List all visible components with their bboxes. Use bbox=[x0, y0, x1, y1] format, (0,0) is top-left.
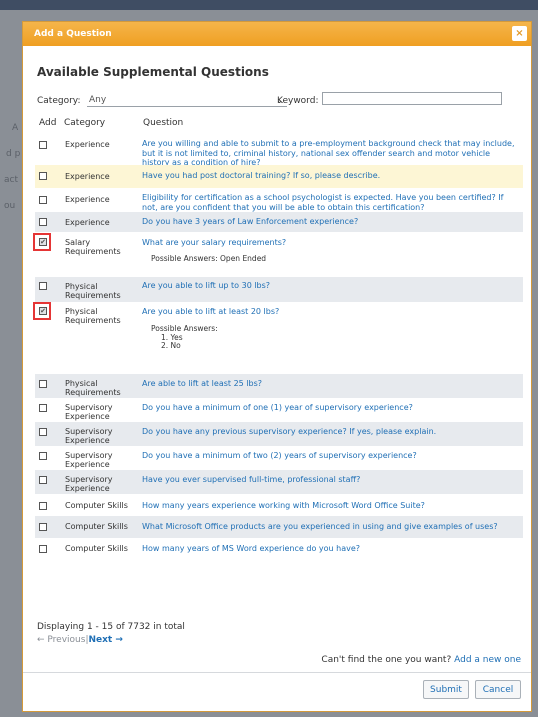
row-question-link[interactable]: Do you have a minimum of one (1) year of… bbox=[142, 403, 520, 413]
row-category: Physical Requirements bbox=[65, 379, 121, 397]
column-header-add: Add bbox=[39, 118, 57, 128]
row-category: Supervisory Experience bbox=[65, 403, 113, 421]
row-question-link[interactable]: Are you willing and able to submit to a … bbox=[142, 139, 520, 168]
keyword-input[interactable] bbox=[322, 92, 502, 105]
row-question-link[interactable]: What are your salary requirements? bbox=[142, 238, 520, 248]
row-question-link[interactable]: Do you have 3 years of Law Enforcement e… bbox=[142, 217, 520, 227]
row-category: Supervisory Experience bbox=[65, 475, 113, 493]
table-row: ✔ Physical Requirements Are you able to … bbox=[33, 302, 523, 374]
table-row: Experience Do you have 3 years of Law En… bbox=[35, 212, 523, 232]
add-checkbox[interactable]: ✔ bbox=[39, 307, 47, 315]
add-checkbox[interactable] bbox=[39, 476, 47, 484]
add-checkbox[interactable] bbox=[39, 380, 47, 388]
row-category: Physical Requirements bbox=[65, 282, 121, 300]
row-category: Experience bbox=[65, 195, 110, 204]
add-checkbox[interactable] bbox=[39, 141, 47, 149]
background-text: act bbox=[4, 175, 18, 185]
add-checkbox[interactable] bbox=[39, 428, 47, 436]
table-row: Supervisory Experience Have you ever sup… bbox=[35, 470, 523, 494]
row-question-link[interactable]: How many years experience working with M… bbox=[142, 501, 520, 511]
table-row: Physical Requirements Are you able to li… bbox=[35, 277, 523, 302]
possible-answers: Possible Answers: Open Ended bbox=[151, 254, 267, 263]
table-row: ✔ Salary Requirements What are your sala… bbox=[33, 232, 523, 277]
cancel-button[interactable]: Cancel bbox=[475, 680, 521, 699]
dialog-titlebar: Add a Question × bbox=[23, 22, 531, 46]
row-category: Salary Requirements bbox=[65, 238, 121, 256]
row-question-link[interactable]: Are able to lift at least 25 lbs? bbox=[142, 379, 520, 389]
question-list: Experience Are you willing and able to s… bbox=[33, 132, 523, 560]
column-header-question: Question bbox=[143, 118, 184, 128]
category-select[interactable]: Any ⌄ bbox=[87, 94, 287, 107]
row-category: Experience bbox=[65, 172, 110, 181]
row-question-link[interactable]: Do you have any previous supervisory exp… bbox=[142, 427, 520, 437]
possible-answers-label: Possible Answers: bbox=[151, 324, 218, 333]
cant-find-text: Can't find the one you want? bbox=[321, 655, 452, 665]
add-checkbox[interactable]: ✔ bbox=[39, 238, 47, 246]
cant-find-prompt: Can't find the one you want? Add a new o… bbox=[321, 655, 521, 665]
add-checkbox[interactable] bbox=[39, 218, 47, 226]
table-row: Computer Skills What Microsoft Office pr… bbox=[35, 516, 523, 538]
filter-bar: Category: Any ⌄ Keyword: bbox=[37, 92, 521, 110]
row-category: Computer Skills bbox=[65, 522, 128, 531]
row-question-link[interactable]: Are you able to lift at least 20 lbs? bbox=[142, 307, 520, 317]
row-category: Computer Skills bbox=[65, 501, 128, 510]
row-category: Experience bbox=[65, 218, 110, 227]
row-category: Supervisory Experience bbox=[65, 427, 113, 445]
add-question-dialog: Add a Question × Available Supplemental … bbox=[22, 21, 532, 712]
background-text: d p bbox=[6, 149, 21, 159]
background-text: ou bbox=[4, 201, 16, 211]
table-row: Physical Requirements Are able to lift a… bbox=[35, 374, 523, 398]
add-checkbox[interactable] bbox=[39, 172, 47, 180]
dialog-heading: Available Supplemental Questions bbox=[37, 65, 269, 79]
table-row: Experience Have you had post doctoral tr… bbox=[35, 165, 523, 188]
row-question-link[interactable]: Eligibility for certification as a schoo… bbox=[142, 193, 520, 212]
table-row: Experience Eligibility for certification… bbox=[35, 188, 523, 212]
background-header-bar bbox=[0, 0, 538, 10]
dialog-title: Add a Question bbox=[34, 29, 112, 39]
add-checkbox[interactable] bbox=[39, 452, 47, 460]
table-row: Supervisory Experience Do you have a min… bbox=[35, 398, 523, 422]
row-question-link[interactable]: What Microsoft Office products are you e… bbox=[142, 522, 520, 532]
row-question-link[interactable]: How many years of MS Word experience do … bbox=[142, 544, 520, 554]
category-select-value: Any bbox=[89, 95, 107, 105]
table-row: Supervisory Experience Do you have a min… bbox=[35, 446, 523, 470]
row-category: Physical Requirements bbox=[65, 307, 121, 325]
row-question-link[interactable]: Have you had post doctoral training? If … bbox=[142, 171, 520, 181]
row-question-link[interactable]: Are you able to lift up to 30 lbs? bbox=[142, 281, 520, 291]
footer-divider bbox=[23, 672, 531, 673]
pager: ← Previous|Next → bbox=[37, 635, 123, 645]
pagination-summary: Displaying 1 - 15 of 7732 in total bbox=[37, 622, 185, 632]
row-category: Supervisory Experience bbox=[65, 451, 113, 469]
row-category: Computer Skills bbox=[65, 544, 128, 553]
add-checkbox[interactable] bbox=[39, 502, 47, 510]
possible-answer: 2. No bbox=[161, 341, 181, 350]
table-row: Experience Are you willing and able to s… bbox=[35, 132, 523, 168]
add-checkbox[interactable] bbox=[39, 404, 47, 412]
row-question-link[interactable]: Have you ever supervised full-time, prof… bbox=[142, 475, 520, 485]
table-row: Supervisory Experience Do you have any p… bbox=[35, 422, 523, 446]
background-text: A bbox=[12, 123, 19, 133]
background-page-text: A d p act ou bbox=[0, 115, 22, 219]
table-row: Computer Skills How many years of MS Wor… bbox=[35, 538, 523, 560]
add-checkbox[interactable] bbox=[39, 196, 47, 204]
category-label: Category: bbox=[37, 96, 81, 106]
keyword-label: Keyword: bbox=[277, 96, 319, 106]
table-row: Computer Skills How many years experienc… bbox=[35, 494, 523, 516]
add-checkbox[interactable] bbox=[39, 523, 47, 531]
close-icon[interactable]: × bbox=[512, 26, 527, 41]
add-checkbox[interactable] bbox=[39, 545, 47, 553]
row-category: Experience bbox=[65, 140, 110, 149]
column-header-category: Category bbox=[64, 118, 106, 128]
add-checkbox[interactable] bbox=[39, 282, 47, 290]
add-new-question-link[interactable]: Add a new one bbox=[454, 655, 521, 665]
next-link[interactable]: Next → bbox=[88, 635, 122, 645]
previous-link: ← Previous bbox=[37, 635, 86, 645]
submit-button[interactable]: Submit bbox=[423, 680, 469, 699]
row-question-link[interactable]: Do you have a minimum of two (2) years o… bbox=[142, 451, 520, 461]
